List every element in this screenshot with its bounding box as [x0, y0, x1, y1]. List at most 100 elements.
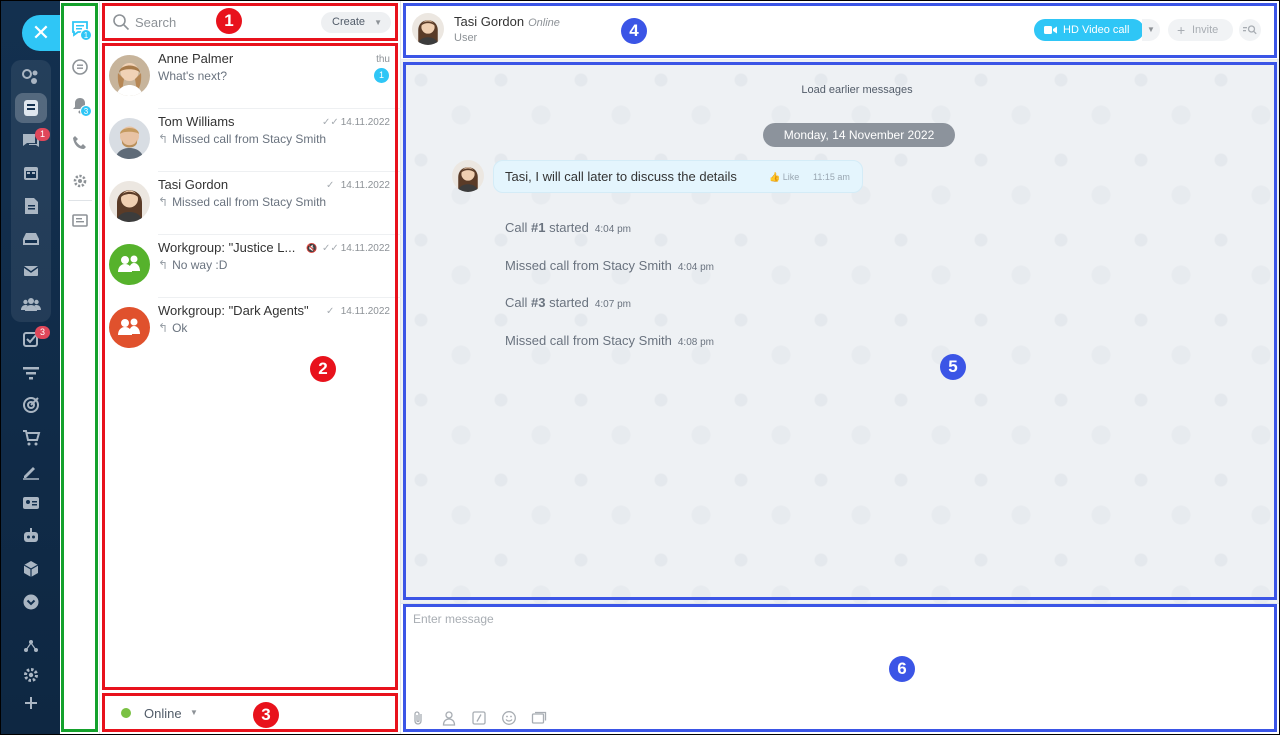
- message-input[interactable]: [413, 612, 1263, 702]
- target-icon[interactable]: [19, 393, 43, 417]
- message-text: No way :D: [172, 258, 228, 272]
- cart-icon[interactable]: [19, 426, 43, 450]
- tasks-list-icon[interactable]: [70, 211, 90, 231]
- list-item[interactable]: Workgroup: "Justice L... 🔇 ↰ No way :D ✓✓…: [101, 235, 401, 298]
- date-separator: Monday, 14 November 2022: [763, 123, 955, 147]
- system-text: Call: [505, 295, 532, 310]
- system-message: Call #3 started 4:07 pm: [505, 295, 631, 310]
- plus-icon: +: [1177, 22, 1186, 38]
- read-check-icon: ✓✓: [322, 117, 339, 128]
- avatar: [109, 244, 150, 285]
- invite-button[interactable]: + Invite: [1168, 19, 1233, 41]
- box-icon[interactable]: [19, 557, 43, 581]
- list-item[interactable]: Tasi Gordon ↰ Missed call from Stacy Smit…: [101, 172, 401, 235]
- chat-name: Anne Palmer: [158, 51, 234, 66]
- message-time: 4:07 pm: [594, 299, 631, 310]
- tasks-badge: 3: [35, 326, 50, 339]
- list-item[interactable]: Anne Palmer What's next? thu 1: [101, 46, 401, 109]
- groups-icon[interactable]: [19, 292, 43, 316]
- call-number: #1: [531, 220, 546, 235]
- contact-status: Online: [528, 17, 560, 29]
- notifications-badge: 3: [80, 105, 92, 117]
- search-icon: [113, 14, 130, 31]
- message-text: Missed call from Stacy Smith: [172, 132, 327, 146]
- avatar[interactable]: [412, 13, 444, 45]
- openlines-icon[interactable]: [70, 57, 90, 77]
- message-text: Tasi, I will call later to discuss the d…: [505, 169, 737, 184]
- system-text-suffix: started: [545, 220, 589, 235]
- search-messages-icon: [1243, 25, 1257, 35]
- command-icon[interactable]: [471, 710, 487, 726]
- annotation-label-6: 6: [889, 656, 915, 682]
- video-call-menu-button[interactable]: ▼: [1142, 19, 1160, 41]
- chat-last-message: What's next?: [158, 69, 227, 83]
- message-text: Ok: [172, 321, 188, 335]
- muted-icon: 🔇: [306, 243, 318, 253]
- chat-date: thu: [376, 54, 390, 65]
- chat-header: Tasi Gordon Online User HD Video call ▼ +…: [401, 0, 1280, 60]
- nav-divider: [68, 200, 92, 201]
- chat-icon[interactable]: [19, 96, 43, 120]
- attach-icon[interactable]: [411, 710, 427, 726]
- phone-icon[interactable]: [70, 133, 90, 153]
- chats-badge: 1: [80, 29, 92, 41]
- hd-video-call-button[interactable]: HD Video call: [1034, 19, 1144, 41]
- contact-name: Tasi Gordon: [454, 14, 525, 29]
- chat-name: Tom Williams: [158, 114, 235, 129]
- chat-last-message: ↰ Missed call from Stacy Smith: [158, 195, 326, 209]
- smile-icon[interactable]: [501, 710, 517, 726]
- chat-last-message: ↰ No way :D: [158, 258, 227, 272]
- status-selector[interactable]: Online ▼: [101, 697, 401, 735]
- list-item[interactable]: Workgroup: "Dark Agents" ↰ Ok ✓ 14.11.202…: [101, 298, 401, 361]
- sent-check-icon: ✓: [326, 306, 335, 317]
- avatar[interactable]: [452, 160, 484, 192]
- create-button[interactable]: Create ▼: [321, 12, 391, 33]
- read-check-icon: ✓✓: [322, 243, 339, 254]
- annotation-label-3: 3: [253, 702, 279, 728]
- sent-check-icon: ✓: [326, 180, 335, 191]
- contact-role: User: [454, 32, 478, 44]
- invite-label: Invite: [1192, 24, 1219, 36]
- video-camera-icon: [1044, 26, 1057, 34]
- video-call-label: HD Video call: [1063, 24, 1130, 36]
- settings-icon[interactable]: [19, 663, 43, 687]
- messages-badge: 1: [35, 128, 50, 141]
- chat-name: Tasi Gordon: [158, 177, 229, 192]
- mention-icon[interactable]: [441, 710, 457, 726]
- chat-last-message: ↰ Ok: [158, 321, 187, 335]
- robot-icon[interactable]: [19, 524, 43, 548]
- like-label: Like: [782, 172, 800, 182]
- search-messages-button[interactable]: [1239, 19, 1261, 41]
- reply-icon: ↰: [158, 195, 169, 209]
- system-message: Missed call from Stacy Smith 4:08 pm: [505, 333, 714, 348]
- calendar-icon[interactable]: [19, 161, 43, 185]
- system-message: Missed call from Stacy Smith 4:04 pm: [505, 258, 714, 273]
- activity-icon[interactable]: [19, 64, 43, 88]
- message-bubble[interactable]: Tasi, I will call later to discuss the d…: [493, 160, 863, 193]
- message-text: What's next?: [158, 69, 227, 83]
- mail-icon[interactable]: [19, 259, 43, 283]
- contact-card-icon[interactable]: [19, 491, 43, 515]
- chat-title[interactable]: Tasi Gordon Online: [454, 14, 560, 29]
- annotation-label-4: 4: [621, 18, 647, 44]
- system-text: Missed call from Stacy Smith: [505, 333, 672, 348]
- reply-icon: ↰: [158, 132, 169, 146]
- list-item[interactable]: Tom Williams ↰ Missed call from Stacy Smi…: [101, 109, 401, 172]
- add-icon[interactable]: [19, 691, 43, 715]
- like-button[interactable]: 👍 Like: [769, 172, 799, 183]
- system-text-suffix: started: [545, 295, 589, 310]
- gallery-icon[interactable]: [531, 710, 547, 726]
- settings-icon[interactable]: [70, 171, 90, 191]
- message-time: 11:15 am: [813, 172, 850, 182]
- filter-icon[interactable]: [19, 361, 43, 385]
- unread-badge: 1: [374, 68, 389, 83]
- more-icon[interactable]: [19, 590, 43, 614]
- documents-icon[interactable]: [19, 194, 43, 218]
- load-earlier-link[interactable]: Load earlier messages: [401, 84, 1280, 96]
- close-icon[interactable]: ✕: [22, 15, 60, 51]
- drive-icon[interactable]: [19, 227, 43, 251]
- system-text: Missed call from Stacy Smith: [505, 258, 672, 273]
- sign-icon[interactable]: [19, 459, 43, 483]
- message-time: 4:08 pm: [677, 337, 715, 348]
- structure-icon[interactable]: [19, 634, 43, 658]
